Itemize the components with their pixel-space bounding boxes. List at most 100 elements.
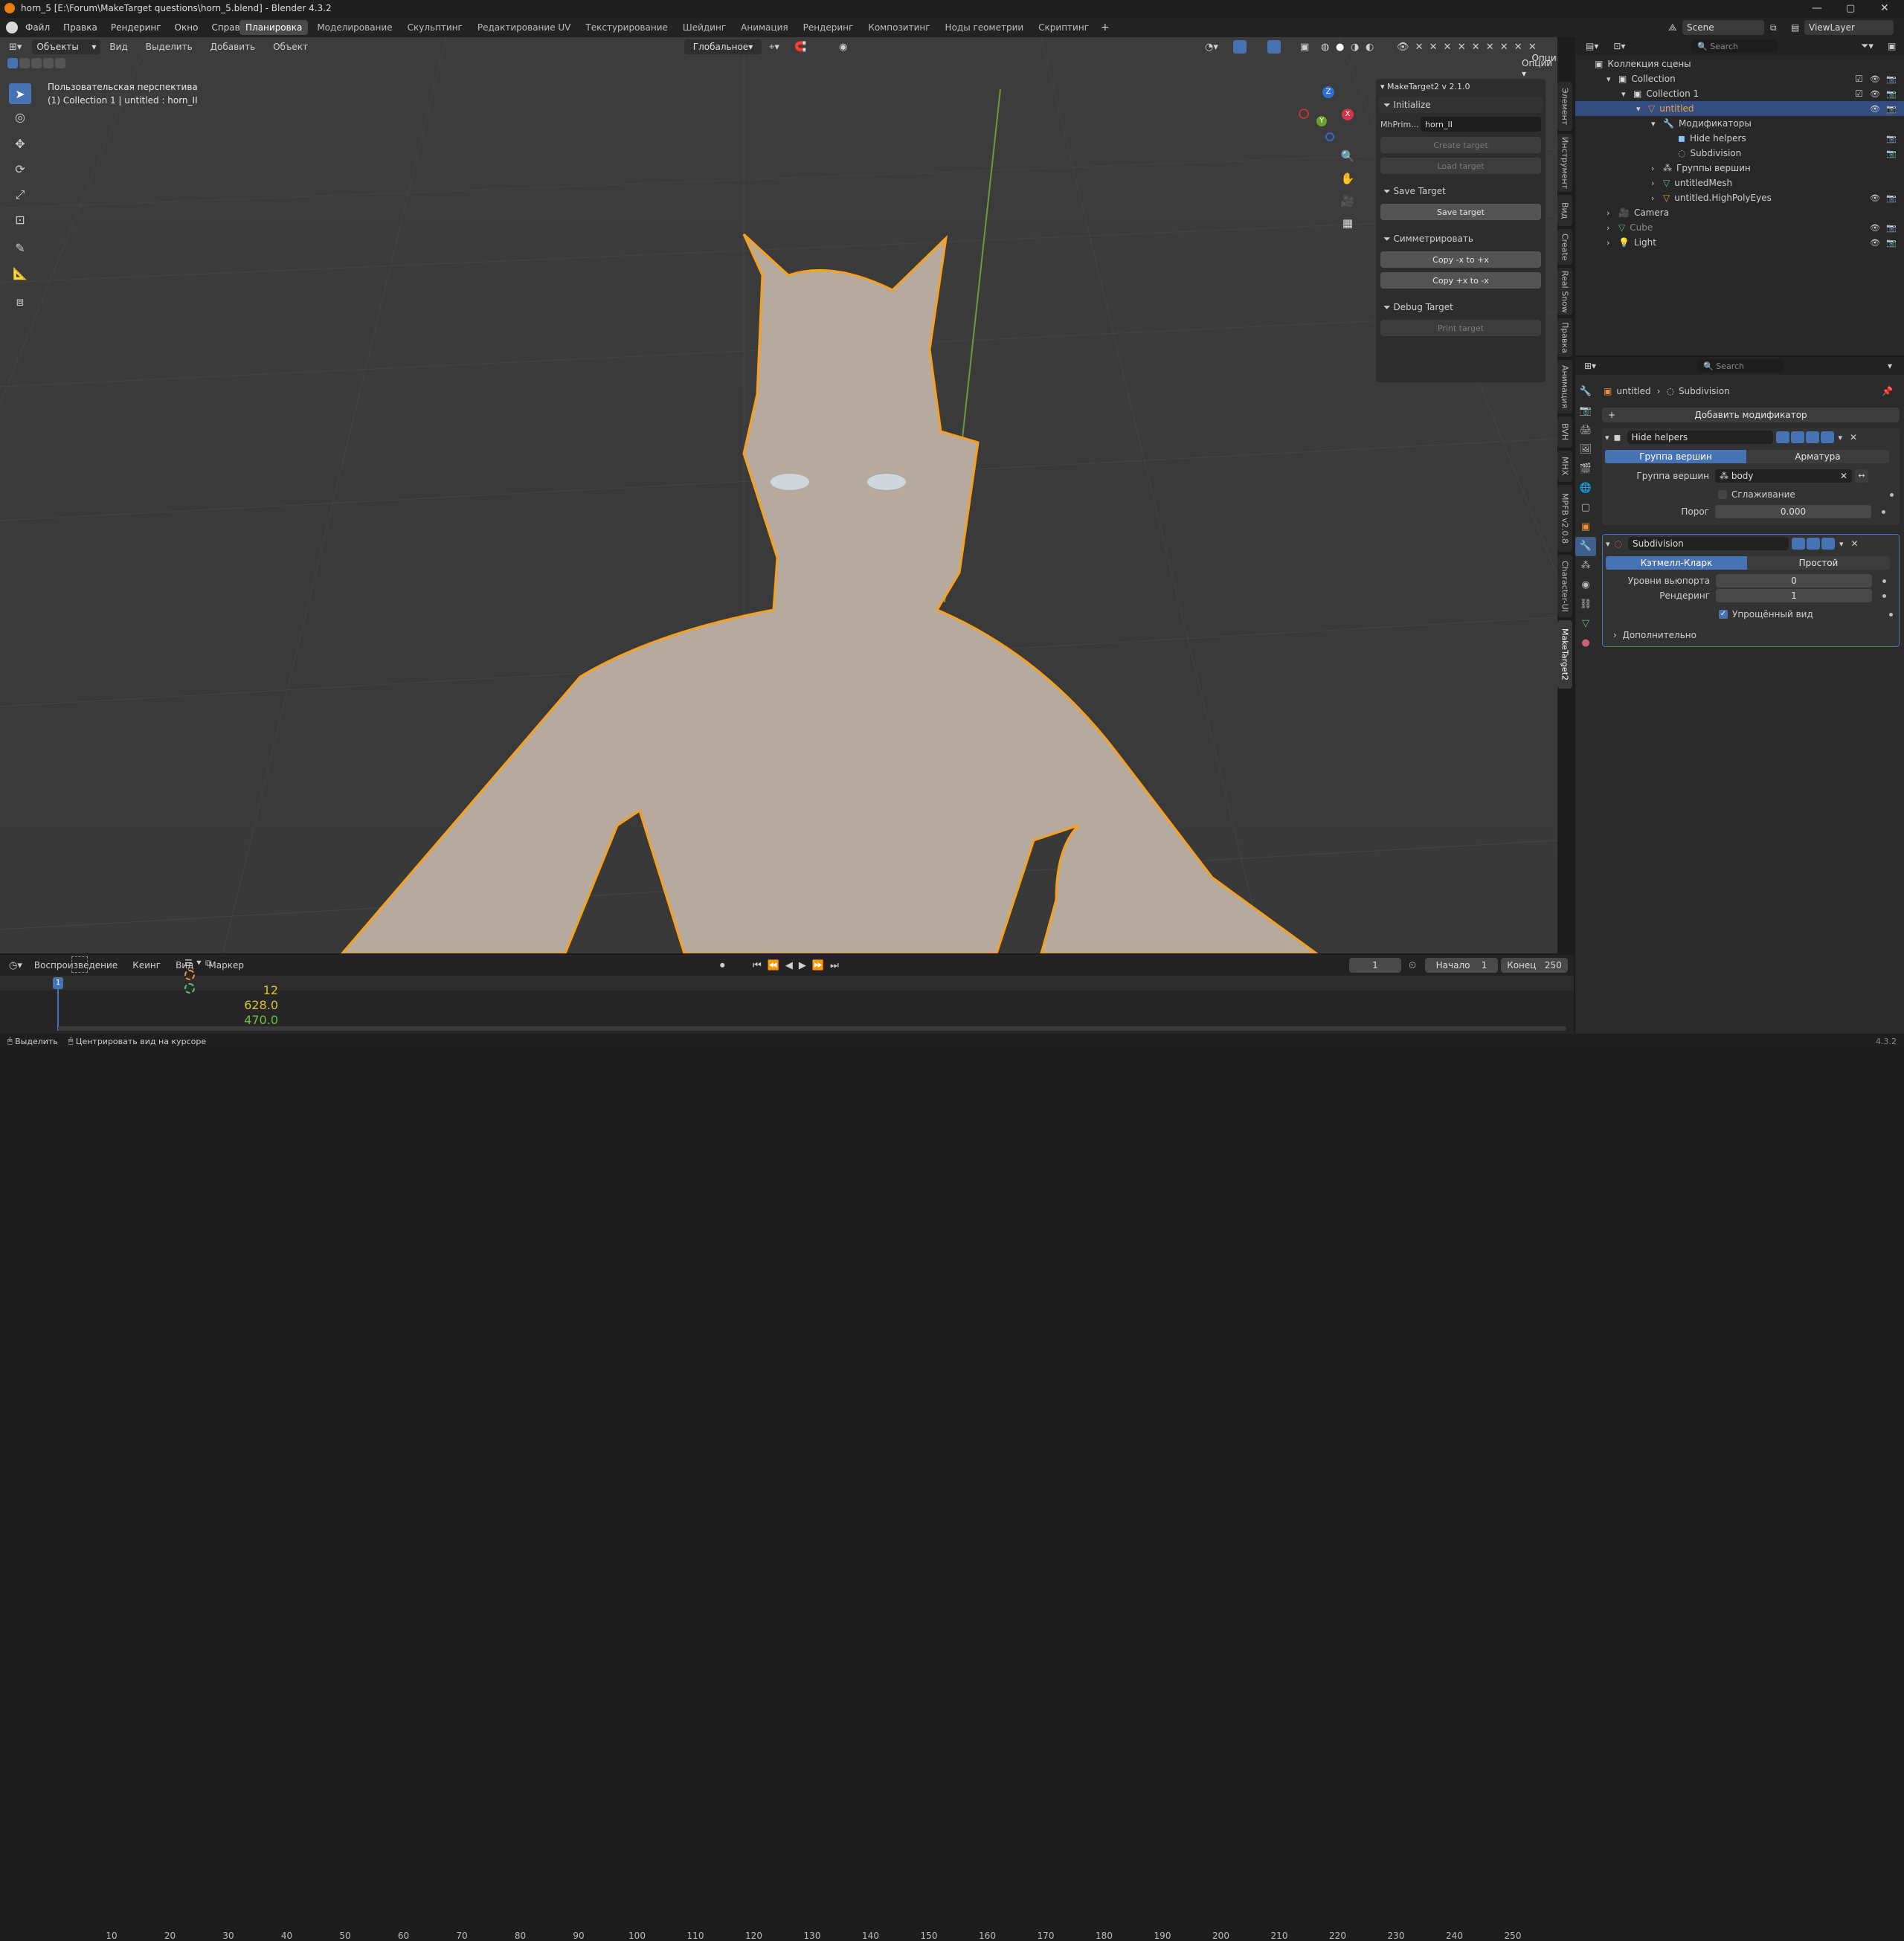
cage-toggle-icon[interactable] xyxy=(1790,431,1804,443)
initialize-section[interactable]: ⏷ Initialize xyxy=(1379,97,1543,113)
play-reverse-icon[interactable]: ◀ xyxy=(785,960,793,971)
collection-tab-icon[interactable]: ▢ xyxy=(1575,498,1596,518)
camera-render-icon[interactable]: 📷 xyxy=(1886,193,1897,203)
record-icon[interactable]: ⏺ xyxy=(720,960,725,971)
viewport-toggle-icon[interactable] xyxy=(1805,431,1819,443)
navigation-gizmo[interactable]: Z X Y xyxy=(1296,83,1358,146)
collapse-icon[interactable]: ▾ xyxy=(1606,539,1610,549)
checkbox-icon[interactable]: ☑ xyxy=(1855,88,1863,99)
timeline-editor-icon[interactable]: ◷▾ xyxy=(9,960,22,971)
gizmo-z-icon[interactable]: Z xyxy=(1322,86,1334,98)
remove-modifier-icon[interactable]: ✕ xyxy=(1851,538,1859,549)
properties-editor-icon[interactable]: ⊞▾ xyxy=(1584,361,1596,371)
view-object-types-icon[interactable]: ◔▾ xyxy=(1205,42,1218,53)
outliner-item[interactable]: › 🎥 Camera xyxy=(1575,205,1904,220)
keyframe-dot-icon[interactable] xyxy=(1882,509,1885,514)
outliner-item[interactable]: ▾ ▣ Collection 1 ☑ 👁 📷 xyxy=(1575,86,1904,101)
material-tab-icon[interactable]: ● xyxy=(1575,634,1596,653)
select-new-icon[interactable] xyxy=(7,58,18,68)
end-frame-field[interactable]: Конец 250 xyxy=(1501,958,1568,973)
timeline-scrollbar[interactable] xyxy=(58,1026,1566,1031)
gizmo-neg-z-icon[interactable] xyxy=(1325,132,1334,141)
viewport-menu-item[interactable]: Вид xyxy=(109,42,127,52)
expand-arrow-icon[interactable]: › xyxy=(1606,238,1615,248)
orientation-selector[interactable]: Глобальное ▾ xyxy=(684,39,762,54)
eye-icon[interactable]: 👁 xyxy=(1870,238,1880,248)
sidebar-tab[interactable]: BVH xyxy=(1557,416,1572,448)
expand-arrow-icon[interactable]: › xyxy=(1651,178,1660,188)
workspace-tab[interactable]: Текстурирование xyxy=(579,20,673,35)
add-cube-tool-icon[interactable]: ⧈ xyxy=(9,294,31,315)
target-name-input[interactable]: horn_II xyxy=(1421,117,1541,132)
vertex-group-field[interactable]: ⁂ body ✕ xyxy=(1715,469,1852,483)
gizmo-x-icon[interactable]: X xyxy=(1342,109,1354,120)
proportional-icon[interactable]: ◉ xyxy=(839,42,847,53)
filter-icon[interactable]: ⏷▾ xyxy=(1861,41,1874,52)
workspace-tab[interactable]: Ноды геометрии xyxy=(939,20,1030,35)
rotate-tool-icon[interactable]: ⟳ xyxy=(9,162,31,183)
workspace-tab[interactable]: Редактирование UV xyxy=(472,20,577,35)
cursor-tool-icon[interactable]: ◎ xyxy=(9,110,31,131)
scene-selector[interactable]: Scene xyxy=(1682,20,1764,35)
keyframe-dot-icon[interactable] xyxy=(1890,492,1894,497)
mode-vertex-group-tab[interactable]: Группа вершин xyxy=(1605,450,1746,463)
next-keyframe-icon[interactable]: ⏩ xyxy=(812,960,824,971)
viewlayer-selector[interactable]: ViewLayer xyxy=(1804,20,1894,35)
move-tool-icon[interactable]: ✥ xyxy=(9,137,31,158)
scene-tab-icon[interactable]: 🎬 xyxy=(1575,460,1596,479)
outliner-item[interactable]: ◌ Subdivision 📷 xyxy=(1575,146,1904,161)
shading-material-icon[interactable]: ◑ xyxy=(1351,42,1359,53)
smooth-checkbox[interactable] xyxy=(1718,490,1727,499)
transform-tool-icon[interactable]: ⊡ xyxy=(9,213,31,234)
expand-arrow-icon[interactable]: ▾ xyxy=(1606,74,1615,84)
render-toggle-icon[interactable] xyxy=(1821,538,1836,550)
display-mode-icon[interactable]: ⊡▾ xyxy=(1613,41,1625,51)
viewlayer-icon[interactable]: ▤ xyxy=(1791,22,1799,33)
blender-menu-icon[interactable] xyxy=(6,22,18,33)
menu-item[interactable]: Рендеринг xyxy=(111,22,161,33)
expand-arrow-icon[interactable]: › xyxy=(1606,208,1615,218)
maximize-button[interactable]: ▢ xyxy=(1846,3,1855,14)
sidebar-tab[interactable]: Real Snow xyxy=(1557,268,1572,315)
sidebar-tab[interactable]: MPFB v2.0.8 xyxy=(1557,485,1572,552)
select-extend-icon[interactable] xyxy=(19,58,30,68)
workspace-tab[interactable]: Рендеринг xyxy=(797,20,860,35)
visibility-toggles-icon[interactable]: 👁 ✕ ✕ ✕ ✕ ✕ ✕ ✕ ✕ ✕ xyxy=(1397,42,1538,53)
scale-tool-icon[interactable]: ⤢ xyxy=(9,187,31,208)
object-tab-icon[interactable]: ▣ xyxy=(1575,518,1596,537)
editor-type-icon[interactable]: ⊞▾ xyxy=(9,42,22,53)
maketarget-header[interactable]: ▾ MakeTarget2 v 2.1.0 xyxy=(1376,79,1546,94)
workspace-tab[interactable]: Планировка xyxy=(239,20,309,35)
overlay-toggle-icon[interactable] xyxy=(1267,40,1281,54)
outliner-item[interactable]: › ▽ untitledMesh xyxy=(1575,176,1904,190)
catmull-clark-tab[interactable]: Кэтмелл-Кларк xyxy=(1606,556,1747,570)
expand-arrow-icon[interactable]: › xyxy=(1651,193,1660,203)
load-target-button[interactable]: Load target xyxy=(1380,158,1541,174)
data-tab-icon[interactable]: ▽ xyxy=(1575,614,1596,634)
current-frame-field[interactable]: 1 xyxy=(1349,958,1401,973)
sidebar-tab[interactable]: MHX xyxy=(1557,451,1572,482)
particles-tab-icon[interactable]: ⁂ xyxy=(1575,556,1596,576)
camera-render-icon[interactable]: 📷 xyxy=(1886,74,1897,84)
sidebar-tab[interactable]: Character-UI xyxy=(1557,555,1572,617)
simple-tab[interactable]: Простой xyxy=(1747,556,1890,570)
gizmo-neg-x-icon[interactable] xyxy=(1299,109,1309,119)
sidebar-tab[interactable]: Элемент xyxy=(1557,82,1572,131)
viewport-3d[interactable]: ⊞▾ Объекты ▾ Вид Выделить Добавить Объект Гл… xyxy=(0,37,1557,953)
select-box-tool-icon[interactable]: ➤ xyxy=(9,83,31,104)
workspace-tab[interactable]: Скриптинг xyxy=(1032,20,1095,35)
select-invert-icon[interactable] xyxy=(43,58,54,68)
scene-icon[interactable]: ⟁ xyxy=(1668,22,1677,33)
add-workspace-icon[interactable]: + xyxy=(1101,22,1110,33)
expand-arrow-icon[interactable]: › xyxy=(1651,164,1660,173)
viewport-toggle-icon[interactable] xyxy=(1807,538,1821,550)
sidebar-tab[interactable]: Анимация xyxy=(1557,360,1572,413)
modifier-name-field[interactable]: Subdivision xyxy=(1628,537,1789,550)
save-target-button[interactable]: Save target xyxy=(1380,204,1541,220)
simplified-checkbox[interactable]: ✓ xyxy=(1719,610,1728,619)
collapse-icon[interactable]: ▾ xyxy=(1605,433,1609,442)
xray-icon[interactable]: ▣ xyxy=(1300,42,1309,53)
sidebar-tab[interactable]: Create xyxy=(1557,229,1572,265)
start-frame-field[interactable]: Начало 1 xyxy=(1425,958,1498,973)
add-modifier-button[interactable]: + Добавить модификатор xyxy=(1602,408,1900,422)
